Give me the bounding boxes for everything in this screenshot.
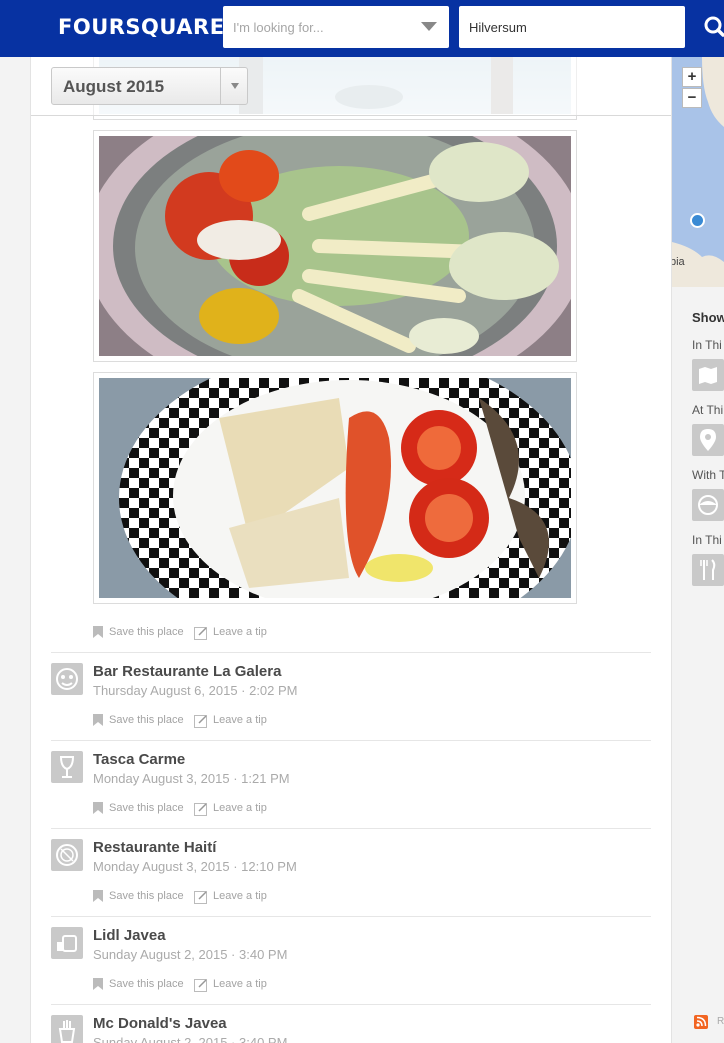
filter-label: In Thi: [692, 338, 722, 352]
right-sidebar: Show In Thi At Thi With T In Thi R: [672, 287, 724, 1043]
leave-tip-button[interactable]: Leave a tip: [213, 890, 267, 902]
edit-tip-icon[interactable]: [194, 802, 208, 816]
filter-label: In Thi: [692, 533, 722, 547]
fork-knife-icon[interactable]: [692, 554, 724, 586]
chevron-down-icon[interactable]: [421, 22, 437, 31]
what-search-box[interactable]: [223, 6, 449, 48]
save-place-button[interactable]: Save this place: [109, 714, 184, 726]
leave-tip-button[interactable]: Leave a tip: [213, 714, 267, 726]
venue-name[interactable]: Mc Donald's Javea: [93, 1015, 227, 1032]
sidebar-heading: Show: [692, 310, 724, 325]
checkin-item[interactable]: Mc Donald's Javea Sunday August 2, 2015 …: [51, 1015, 651, 1043]
checkin-photo[interactable]: [93, 130, 577, 362]
search-icon: [704, 16, 724, 37]
edit-tip-icon[interactable]: [194, 978, 208, 992]
location-input[interactable]: [459, 6, 685, 48]
month-select-value: August 2015: [63, 77, 165, 96]
checkin-timestamp: Monday August 3, 2015 · 12:10 PM: [93, 859, 297, 874]
save-place-button[interactable]: Save this place: [109, 802, 184, 814]
bookmark-icon[interactable]: [93, 714, 103, 726]
location-marker[interactable]: [690, 213, 705, 228]
month-filter-bar: August 2015: [31, 57, 671, 116]
bookmark-icon[interactable]: [93, 978, 103, 990]
photo-image: [99, 136, 571, 356]
month-select[interactable]: August 2015: [51, 67, 248, 105]
history-feed: August 2015 Save this place Leave a tip …: [30, 57, 672, 1043]
edit-tip-icon[interactable]: [194, 626, 208, 640]
zoom-in-button[interactable]: +: [682, 67, 702, 87]
save-place-button[interactable]: Save this place: [109, 626, 184, 638]
checkin-timestamp: Monday August 3, 2015 · 1:21 PM: [93, 771, 290, 786]
venue-name[interactable]: Tasca Carme: [93, 751, 185, 768]
map-filter-icon[interactable]: [692, 359, 724, 391]
venue-name[interactable]: Bar Restaurante La Galera: [93, 663, 281, 680]
leave-tip-button[interactable]: Leave a tip: [213, 978, 267, 990]
divider: [51, 916, 651, 917]
filter-label: With T: [692, 468, 724, 482]
divider: [51, 828, 651, 829]
divider: [51, 740, 651, 741]
map-place-label: bia: [672, 256, 685, 268]
top-bar: FOURSQUARE: [0, 0, 724, 57]
fries-icon: [51, 1015, 83, 1043]
save-place-button[interactable]: Save this place: [109, 978, 184, 990]
bookmark-icon[interactable]: [93, 626, 103, 638]
checkin-timestamp: Sunday August 2, 2015 · 3:40 PM: [93, 1035, 288, 1043]
rss-link[interactable]: R: [717, 1016, 724, 1027]
pizza-icon: [51, 839, 83, 871]
checkin-timestamp: Sunday August 2, 2015 · 3:40 PM: [93, 947, 288, 962]
leave-tip-button[interactable]: Leave a tip: [213, 626, 267, 638]
bookmark-icon[interactable]: [93, 890, 103, 902]
divider: [51, 1004, 651, 1005]
edit-tip-icon[interactable]: [194, 714, 208, 728]
map[interactable]: + − bia: [672, 57, 724, 287]
venue-name[interactable]: Restaurante Haití: [93, 839, 216, 856]
chevron-down-icon[interactable]: [220, 68, 247, 104]
wine-glass-icon: [51, 751, 83, 783]
bookmark-icon[interactable]: [93, 802, 103, 814]
photo-image: [99, 378, 571, 598]
what-search-input[interactable]: [223, 6, 449, 48]
search-button[interactable]: [702, 12, 724, 42]
checkin-timestamp: Thursday August 6, 2015 · 2:02 PM: [93, 683, 298, 698]
foursquare-logo[interactable]: FOURSQUARE: [58, 15, 225, 39]
where-search-box[interactable]: [459, 6, 685, 48]
venue-name[interactable]: Lidl Javea: [93, 927, 166, 944]
checkin-photo[interactable]: [93, 372, 577, 604]
grocery-icon: [51, 927, 83, 959]
leave-tip-button[interactable]: Leave a tip: [213, 802, 267, 814]
zoom-out-button[interactable]: −: [682, 88, 702, 108]
save-place-button[interactable]: Save this place: [109, 890, 184, 902]
edit-tip-icon[interactable]: [194, 890, 208, 904]
rss-icon[interactable]: [694, 1015, 708, 1029]
filter-label: At Thi: [692, 403, 724, 417]
friend-icon[interactable]: [692, 489, 724, 521]
location-pin-icon[interactable]: [692, 424, 724, 456]
nightlife-icon: [51, 663, 83, 695]
divider: [51, 652, 651, 653]
